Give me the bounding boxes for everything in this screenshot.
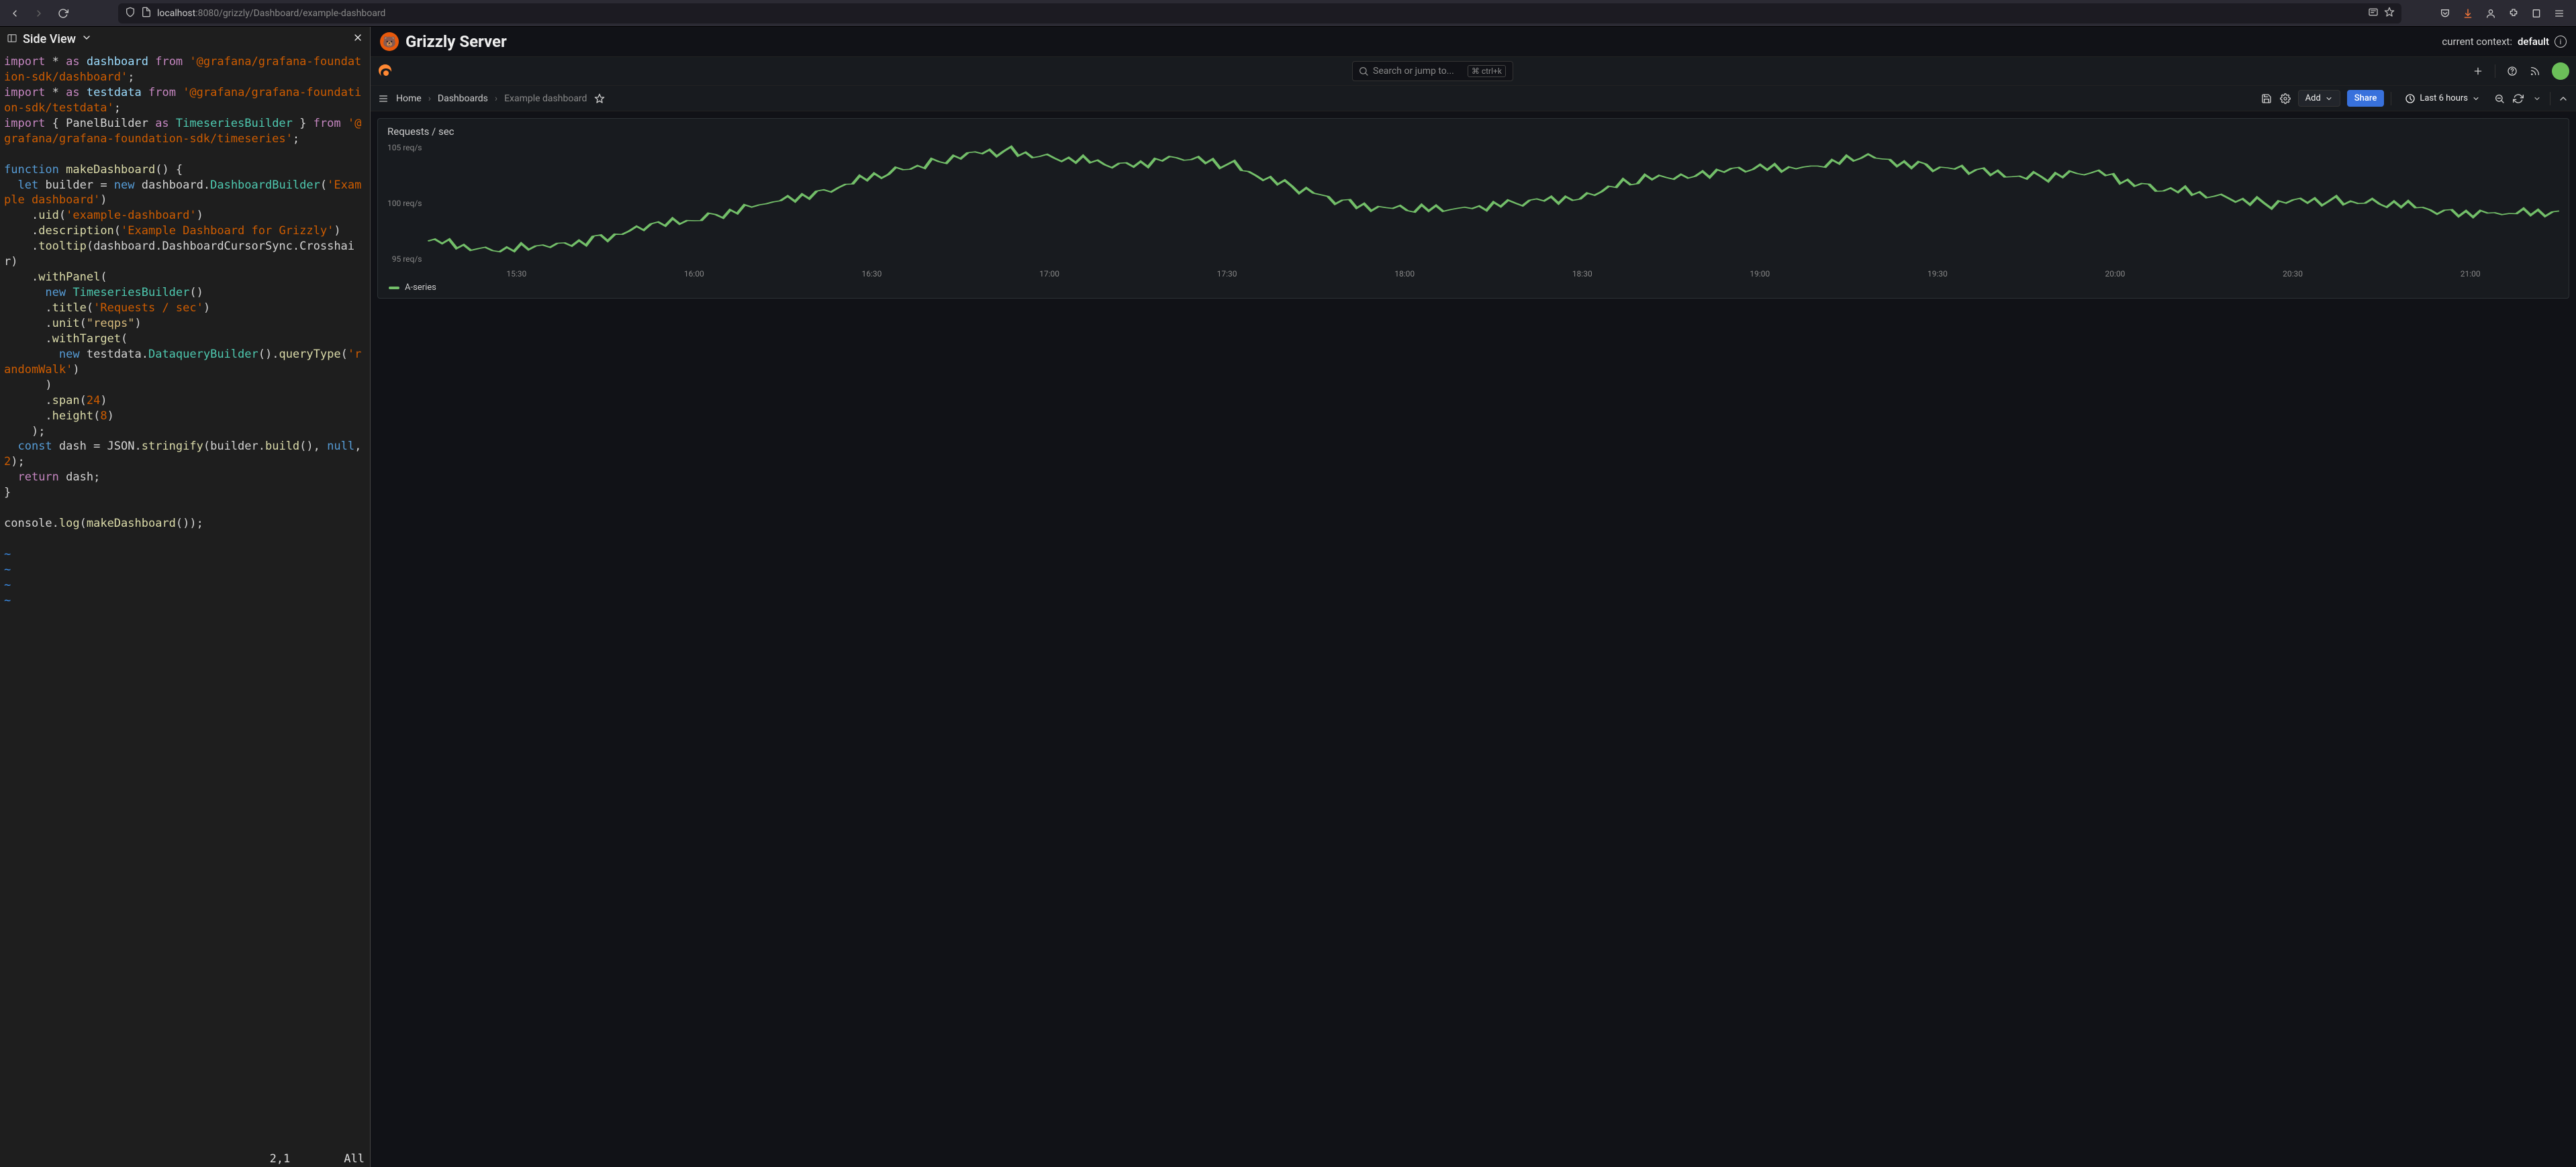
- legend-swatch: [389, 287, 399, 289]
- reload-button[interactable]: [54, 4, 73, 23]
- downloads-icon[interactable]: [2461, 6, 2475, 21]
- breadcrumb-dashboards[interactable]: Dashboards: [438, 93, 488, 104]
- vim-scroll-pos: All: [344, 1152, 365, 1166]
- refresh-interval-chevron-icon[interactable]: [2531, 93, 2543, 105]
- legend-label: A-series: [405, 283, 436, 293]
- breadcrumb-current: Example dashboard: [504, 93, 587, 104]
- breadcrumb-home[interactable]: Home: [396, 93, 422, 104]
- vim-cursor-pos: 2,1: [270, 1152, 291, 1166]
- page-info-icon: [141, 7, 152, 20]
- close-icon[interactable]: [352, 32, 363, 46]
- add-icon[interactable]: [2472, 65, 2484, 77]
- code-editor[interactable]: import * as dashboard from '@grafana/gra…: [0, 52, 370, 1151]
- back-button[interactable]: [5, 4, 24, 23]
- search-input[interactable]: Search or jump to... ⌘ ctrl+k: [1352, 61, 1513, 81]
- time-range-picker[interactable]: Last 6 hours: [2398, 91, 2487, 107]
- help-icon[interactable]: [2506, 65, 2518, 77]
- vim-status-bar: 2,1 All: [0, 1151, 370, 1167]
- refresh-icon[interactable]: [2512, 93, 2524, 105]
- hamburger-menu-icon[interactable]: [2552, 6, 2567, 21]
- save-icon[interactable]: [2260, 93, 2273, 105]
- collapse-icon[interactable]: [2557, 93, 2569, 105]
- info-icon[interactable]: i: [2555, 36, 2567, 48]
- server-title: Grizzly Server: [406, 32, 507, 51]
- favorite-star-icon[interactable]: [593, 93, 606, 105]
- forward-button[interactable]: [30, 4, 48, 23]
- avatar[interactable]: [2552, 62, 2569, 80]
- grafana-pane: 🐻 Grizzly Server current context: defaul…: [371, 27, 2576, 1167]
- grizzly-logo-icon: 🐻: [380, 32, 399, 51]
- menu-toggle-icon[interactable]: [377, 93, 389, 105]
- x-axis: 15:3016:0016:3017:0017:3018:0018:3019:00…: [387, 266, 2559, 278]
- bookmark-star-icon[interactable]: [2384, 7, 2395, 20]
- chevron-down-icon[interactable]: [81, 32, 92, 46]
- side-panel: Side View import * as dashboard from '@g…: [0, 27, 371, 1167]
- rss-icon[interactable]: [2529, 65, 2541, 77]
- grafana-logo-icon[interactable]: [377, 63, 393, 79]
- account-icon[interactable]: [2483, 6, 2498, 21]
- settings-gear-icon[interactable]: [2279, 93, 2291, 105]
- pocket-icon[interactable]: [2438, 6, 2452, 21]
- browser-toolbar: localhost:8080/grizzly/Dashboard/example…: [0, 0, 2576, 27]
- context-label: current context:: [2442, 36, 2512, 48]
- share-button[interactable]: Share: [2347, 90, 2385, 107]
- context-value: default: [2518, 36, 2549, 48]
- shield-icon: [125, 7, 136, 20]
- library-icon[interactable]: [2529, 6, 2544, 21]
- y-axis: 105 req/s 100 req/s 95 req/s: [387, 143, 428, 264]
- side-view-title: Side View: [23, 32, 76, 46]
- chart-area: [428, 143, 2560, 266]
- reader-icon[interactable]: [2368, 7, 2379, 20]
- search-icon: [1358, 66, 1369, 77]
- search-kbd-hint: ⌘ ctrl+k: [1468, 65, 1506, 77]
- panel-title: Requests / sec: [387, 125, 2559, 138]
- chart-legend[interactable]: A-series: [387, 278, 2559, 293]
- timeseries-panel[interactable]: Requests / sec 105 req/s 100 req/s 95 re…: [377, 118, 2569, 299]
- url-text: localhost:8080/grizzly/Dashboard/example…: [157, 8, 385, 19]
- extensions-icon[interactable]: [2506, 6, 2521, 21]
- add-menu-button[interactable]: Add: [2298, 90, 2340, 107]
- side-view-icon: [7, 33, 17, 46]
- zoom-out-icon[interactable]: [2493, 93, 2506, 105]
- address-bar[interactable]: localhost:8080/grizzly/Dashboard/example…: [118, 3, 2401, 23]
